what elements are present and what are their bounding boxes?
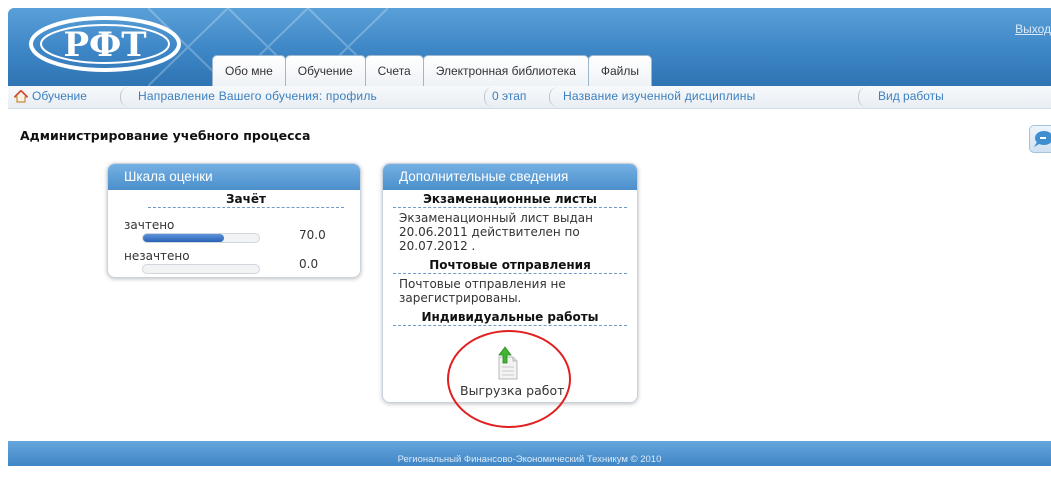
progress-fill — [143, 234, 225, 242]
tab-education[interactable]: Обучение — [284, 55, 366, 86]
grade-subtitle: Зачёт — [148, 190, 344, 208]
header-bar: РФТ Выход Обо мне Обучение Счета Электро… — [8, 8, 1051, 86]
breadcrumb-work-type[interactable]: Вид работы — [878, 89, 944, 103]
grade-progress-bar — [142, 264, 260, 274]
grade-row-label: незачтено — [124, 249, 190, 263]
footer: Региональный Финансово-Экономический Тех… — [8, 441, 1051, 466]
works-heading: Индивидуальные работы — [393, 308, 627, 326]
breadcrumb-separator — [858, 87, 867, 107]
tab-about[interactable]: Обо мне — [212, 55, 286, 86]
tab-library[interactable]: Электронная библиотека — [422, 55, 589, 86]
tab-files[interactable]: Файлы — [587, 55, 653, 86]
grade-progress-bar — [142, 233, 260, 243]
breadcrumb: Обучение Направление Вашего обучения: пр… — [8, 86, 1051, 109]
grade-row-value: 70.0 — [299, 228, 326, 242]
breadcrumb-home[interactable]: Обучение — [32, 89, 87, 103]
breadcrumb-separator — [120, 87, 129, 107]
exam-text: Экзаменационный лист выдан 20.06.2011 де… — [399, 211, 593, 253]
grade-row-value: 0.0 — [299, 257, 319, 271]
exam-heading: Экзаменационные листы — [393, 190, 627, 208]
home-icon[interactable] — [14, 90, 28, 103]
breadcrumb-discipline[interactable]: Название изученной дисциплины — [563, 89, 755, 103]
panel-title: Дополнительные сведения — [383, 164, 637, 190]
logo[interactable]: РФТ — [26, 14, 184, 74]
chat-icon[interactable] — [1029, 125, 1051, 153]
svg-text:РФТ: РФТ — [63, 25, 146, 65]
breadcrumb-stage[interactable]: 0 этап — [492, 89, 526, 103]
page-title: Администрирование учебного процесса — [20, 128, 311, 143]
tab-accounts[interactable]: Счета — [364, 55, 424, 86]
logout-link[interactable]: Выход — [1015, 22, 1051, 36]
grade-row-label: зачтено — [124, 218, 175, 232]
grade-scale-panel: Шкала оценки Зачёт зачтено 70.0 незачтен… — [107, 163, 361, 278]
breadcrumb-separator — [549, 87, 558, 107]
speech-bubble-icon — [1034, 131, 1051, 147]
mail-text: Почтовые отправления не зарегистрированы… — [399, 277, 566, 305]
panel-title: Шкала оценки — [108, 164, 360, 190]
breadcrumb-direction[interactable]: Направление Вашего обучения: профиль — [138, 89, 377, 103]
mail-heading: Почтовые отправления — [393, 256, 627, 274]
main-tabs: Обо мне Обучение Счета Электронная библи… — [212, 52, 653, 86]
highlight-circle — [447, 330, 571, 428]
